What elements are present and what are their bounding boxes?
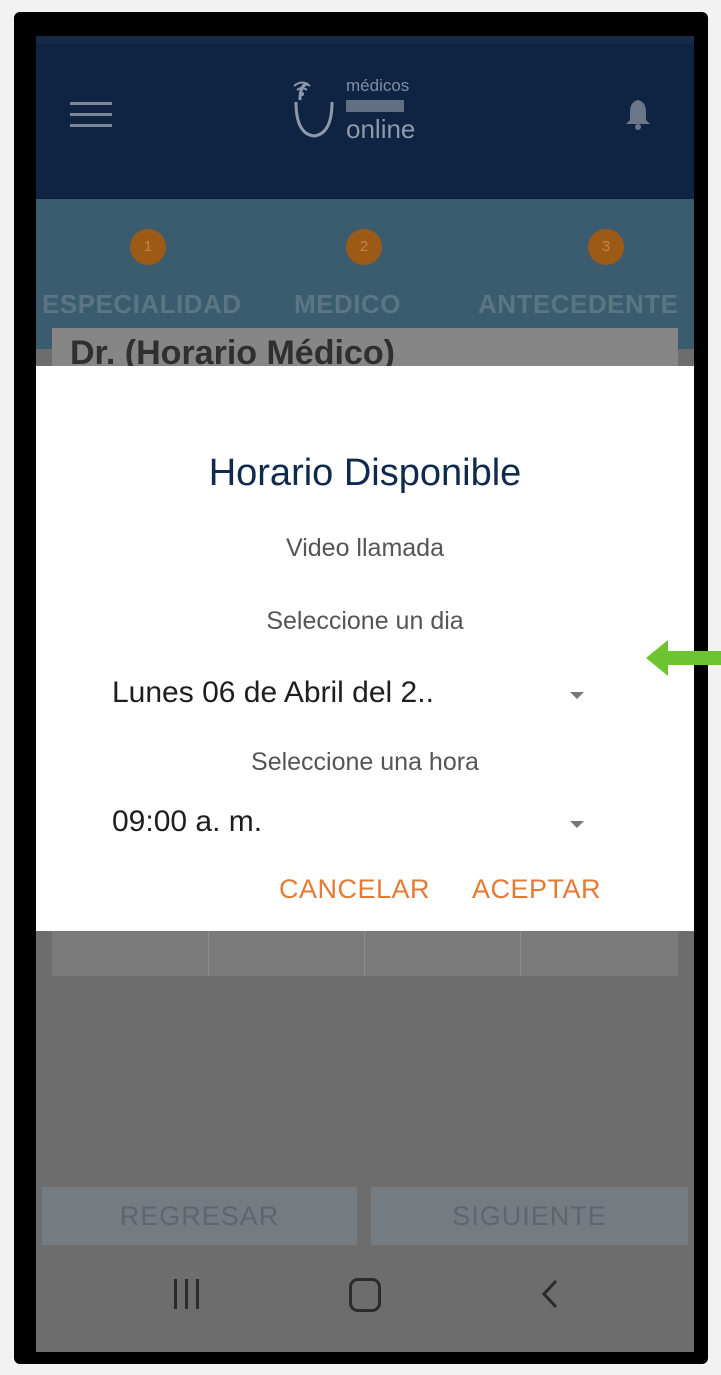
logo-text-medicos: médicos	[346, 76, 410, 95]
annotation-arrow-icon	[646, 638, 721, 678]
step-label: ESPECIALIDAD	[42, 289, 242, 319]
back-button[interactable]: REGRESAR	[42, 1187, 357, 1245]
next-button[interactable]: SIGUIENTE	[371, 1187, 688, 1245]
medicos-online-logo: médicos online	[286, 68, 456, 160]
hour-select[interactable]: 09:00 a. m.	[112, 801, 632, 847]
dropdown-caret-icon	[570, 692, 584, 699]
phone-screen: médicos online 1 ESPECIALIDAD 2 MEDICO 3…	[36, 36, 694, 1352]
hour-prompt-label: Seleccione una hora	[251, 748, 479, 776]
hamburger-menu-icon[interactable]	[70, 102, 112, 132]
step-antecedente[interactable]: 3 ANTECEDENTE	[466, 199, 694, 349]
step-label: ANTECEDENTE	[478, 289, 679, 319]
step-number: 3	[588, 229, 624, 265]
day-select[interactable]: Lunes 06 de Abril del 2..	[112, 672, 632, 718]
status-bar	[36, 36, 694, 44]
dropdown-caret-icon	[570, 821, 584, 828]
recent-apps-icon[interactable]	[170, 1279, 204, 1309]
stethoscope-icon	[293, 81, 334, 138]
step-medico[interactable]: 2 MEDICO	[266, 199, 496, 349]
day-prompt-label: Seleccione un dia	[266, 607, 464, 635]
background-schedule-grid	[52, 931, 678, 976]
background-card: Dr. (Horario Médico)	[52, 328, 678, 372]
grid-divider	[208, 931, 209, 976]
step-number: 1	[130, 229, 166, 265]
system-nav-bar	[36, 1245, 694, 1352]
home-icon[interactable]	[349, 1278, 381, 1312]
accept-button[interactable]: ACEPTAR	[472, 874, 601, 905]
cancel-button[interactable]: CANCELAR	[279, 874, 430, 905]
grid-divider	[364, 931, 365, 976]
stepper: 1 ESPECIALIDAD 2 MEDICO 3 ANTECEDENTE	[36, 199, 694, 349]
schedule-dialog: Horario Disponible Video llamada Selecci…	[36, 366, 694, 931]
step-especialidad[interactable]: 1 ESPECIALIDAD	[36, 199, 266, 349]
grid-divider	[520, 931, 521, 976]
notification-bell-icon[interactable]	[624, 96, 652, 132]
day-select-value: Lunes 06 de Abril del 2..	[112, 676, 434, 709]
logo-text-online: online	[346, 114, 416, 144]
hour-select-value: 09:00 a. m.	[112, 805, 263, 838]
logo-band	[346, 100, 404, 112]
step-label: MEDICO	[294, 289, 401, 319]
app-bar: médicos online	[36, 44, 694, 199]
back-chevron-icon[interactable]	[540, 1277, 560, 1311]
call-type-label: Video llamada	[286, 534, 444, 562]
step-number: 2	[346, 229, 382, 265]
dialog-title: Horario Disponible	[208, 452, 522, 494]
